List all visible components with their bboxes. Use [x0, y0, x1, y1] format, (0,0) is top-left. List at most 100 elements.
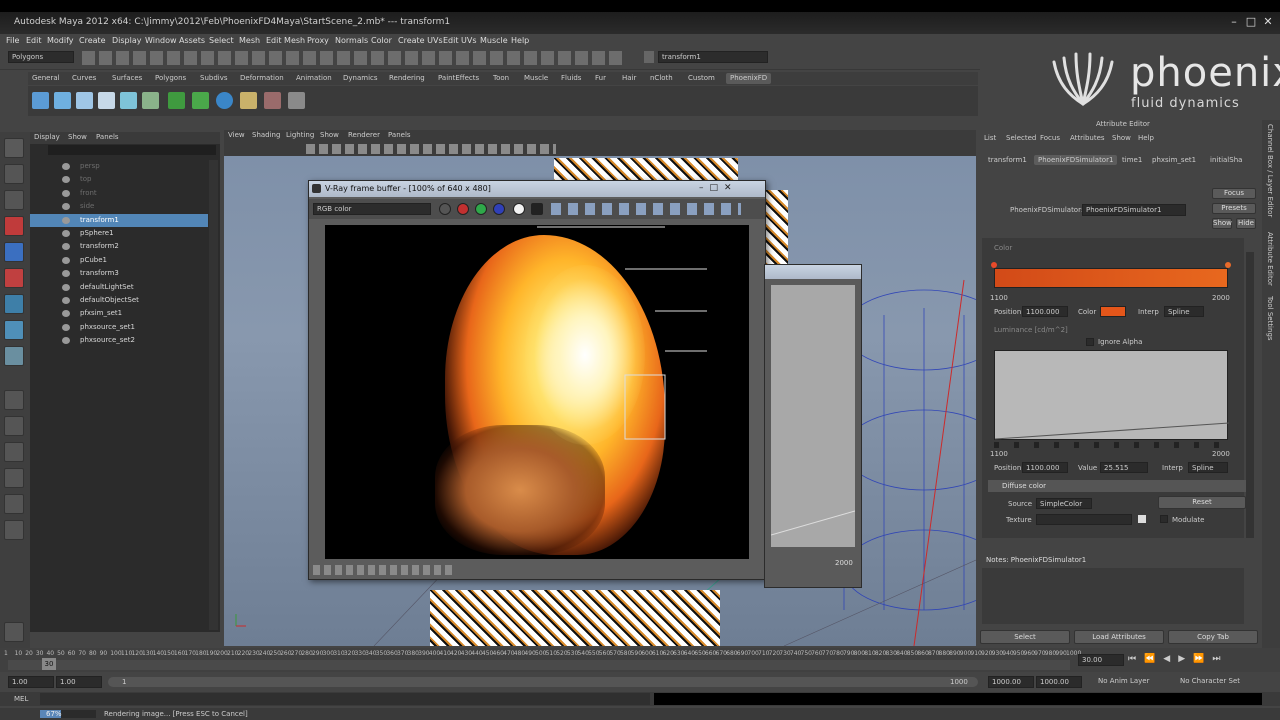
menu-edit-uvs[interactable]: Edit UVs — [443, 36, 477, 45]
outliner-menu-panels[interactable]: Panels — [96, 133, 119, 141]
menu-file[interactable]: File — [6, 36, 19, 45]
end-time-field[interactable]: 1000.00 — [1036, 676, 1082, 688]
viewport-menu-view[interactable]: View — [228, 131, 245, 139]
status-icon-strip[interactable] — [82, 51, 622, 65]
ae-menu-help[interactable]: Help — [1138, 134, 1154, 142]
vray-status-icons[interactable] — [313, 565, 453, 575]
mono-icon[interactable] — [531, 203, 543, 215]
curve-key-markers[interactable] — [994, 442, 1228, 448]
ae-tab-transform1[interactable]: transform1 — [984, 155, 1031, 165]
ramp-handle-right[interactable] — [1225, 262, 1231, 268]
current-frame-marker[interactable]: 30 — [42, 658, 56, 670]
playback-controls[interactable]: ⏮⏪◀▶⏩⏭ — [1128, 654, 1276, 666]
range-bar[interactable]: 1 1000 — [108, 677, 978, 687]
focus-button[interactable]: Focus — [1212, 188, 1256, 199]
playback-end-field[interactable]: 1000.00 — [988, 676, 1034, 688]
shelf-tab-subdivs[interactable]: Subdivs — [200, 74, 228, 82]
ae-scrollbar[interactable] — [1246, 252, 1254, 538]
shelf-particles-icon[interactable] — [168, 92, 185, 109]
modulate-checkbox[interactable] — [1160, 515, 1168, 523]
channel-gray-icon[interactable] — [439, 203, 451, 215]
ignore-alpha-checkbox[interactable] — [1086, 338, 1094, 346]
paint-select-icon[interactable] — [4, 190, 24, 210]
ae-tab-time1[interactable]: time1 — [1118, 155, 1146, 165]
layout-single-icon[interactable] — [4, 390, 24, 410]
character-set-label[interactable]: No Character Set — [1180, 677, 1240, 685]
shelf-render-icon[interactable] — [288, 92, 305, 109]
move-tool-icon[interactable] — [4, 216, 24, 236]
luminance-curve-graph[interactable] — [994, 350, 1230, 440]
shelf-source-icon[interactable] — [98, 92, 115, 109]
menu-edit-mesh[interactable]: Edit Mesh — [266, 36, 305, 45]
ae-menu-selected[interactable]: Selected — [1006, 134, 1036, 142]
close-icon[interactable]: ✕ — [1262, 16, 1274, 28]
menu-edit[interactable]: Edit — [26, 36, 42, 45]
ae-tab-phoenixfdsimulator1[interactable]: PhoenixFDSimulator1 — [1034, 155, 1118, 165]
viewport-menu-shading[interactable]: Shading — [252, 131, 280, 139]
menu-set-dropdown[interactable]: Polygons — [8, 51, 74, 63]
shelf-tab-dynamics[interactable]: Dynamics — [343, 74, 378, 82]
shelf-simulator-icon[interactable] — [32, 92, 49, 109]
menu-proxy[interactable]: Proxy — [307, 36, 329, 45]
outliner-item-phxsource-set2[interactable]: phxsource_set2 — [30, 334, 208, 347]
quick-layout-icon[interactable] — [4, 622, 24, 642]
shelf-tab-painteffects[interactable]: PaintEffects — [438, 74, 479, 82]
menu-create[interactable]: Create — [79, 36, 106, 45]
side-tab-channel-box-layer-editor[interactable]: Channel Box / Layer Editor — [1266, 124, 1274, 217]
shelf-tab-polygons[interactable]: Polygons — [155, 74, 186, 82]
channel-dropdown[interactable]: RGB color — [313, 203, 431, 215]
copy-tab-button[interactable]: Copy Tab — [1168, 630, 1258, 644]
layout-two-icon[interactable] — [4, 442, 24, 462]
ae-menu-show[interactable]: Show — [1112, 134, 1131, 142]
menu-color[interactable]: Color — [371, 36, 392, 45]
layout-hypershade-icon[interactable] — [4, 520, 24, 540]
outliner-item-defaultobjectset[interactable]: defaultObjectSet — [30, 294, 208, 307]
ae-menu-attributes[interactable]: Attributes — [1070, 134, 1105, 142]
select-button[interactable]: Select — [980, 630, 1070, 644]
anim-layer-label[interactable]: No Anim Layer — [1098, 677, 1149, 685]
time-slider-track[interactable] — [8, 660, 1070, 670]
outliner-item-phxsource-set1[interactable]: phxsource_set1 — [30, 321, 208, 334]
outliner-filter-field[interactable] — [48, 145, 216, 155]
channel-alpha-icon[interactable] — [513, 203, 525, 215]
texture-field[interactable] — [1036, 514, 1132, 525]
outliner-item-front[interactable]: front — [30, 187, 208, 200]
viewport-menu-renderer[interactable]: Renderer — [348, 131, 380, 139]
outliner-item-pfxsim-set1[interactable]: pfxsim_set1 — [30, 307, 208, 320]
layout-graph-icon[interactable] — [4, 494, 24, 514]
shelf-tab-deformation[interactable]: Deformation — [240, 74, 284, 82]
menu-assets[interactable]: Assets — [179, 36, 205, 45]
mel-input[interactable] — [40, 693, 650, 705]
playback-start-field[interactable]: 1.00 — [56, 676, 102, 688]
vray-tools-strip[interactable] — [551, 203, 741, 215]
outliner-menu-display[interactable]: Display — [34, 133, 60, 141]
menu-normals[interactable]: Normals — [335, 36, 368, 45]
shelf-tab-phoenixfd[interactable]: PhoenixFD — [726, 73, 772, 84]
shelf-wave-icon[interactable] — [142, 92, 159, 109]
menu-help[interactable]: Help — [511, 36, 529, 45]
outliner-item-transform2[interactable]: transform2 — [30, 240, 208, 253]
ae-tab-phxsim-set1[interactable]: phxsim_set1 — [1148, 155, 1200, 165]
graph-plot[interactable] — [770, 285, 856, 547]
color-position-field[interactable]: 1100.000 — [1022, 306, 1068, 317]
outliner-item-defaultlightset[interactable]: defaultLightSet — [30, 281, 208, 294]
side-tab-attribute-editor[interactable]: Attribute Editor — [1266, 232, 1274, 286]
shelf-list-icon[interactable] — [264, 92, 281, 109]
lum-interp-dropdown[interactable]: Spline — [1188, 462, 1228, 473]
outliner-item-pcube1[interactable]: pCube1 — [30, 254, 208, 267]
current-frame-field[interactable]: 30.00 — [1078, 654, 1124, 666]
vray-window-controls[interactable]: –□✕ — [699, 183, 757, 195]
node-name-field[interactable]: PhoenixFDSimulator1 — [1082, 204, 1186, 216]
select-tool-icon[interactable] — [4, 138, 24, 158]
rotate-tool-icon[interactable] — [4, 242, 24, 262]
viewport-menu-lighting[interactable]: Lighting — [286, 131, 314, 139]
show-button[interactable]: Show — [1212, 218, 1232, 229]
interp-dropdown[interactable]: Spline — [1164, 306, 1204, 317]
ae-menu-list[interactable]: List — [984, 134, 996, 142]
shelf-tab-toon[interactable]: Toon — [493, 74, 509, 82]
viewport-menu-panels[interactable]: Panels — [388, 131, 411, 139]
shelf-tab-animation[interactable]: Animation — [296, 74, 332, 82]
presets-button[interactable]: Presets — [1212, 203, 1256, 214]
side-tab-tool-settings[interactable]: Tool Settings — [1266, 296, 1274, 341]
shelf-tab-hair[interactable]: Hair — [622, 74, 636, 82]
